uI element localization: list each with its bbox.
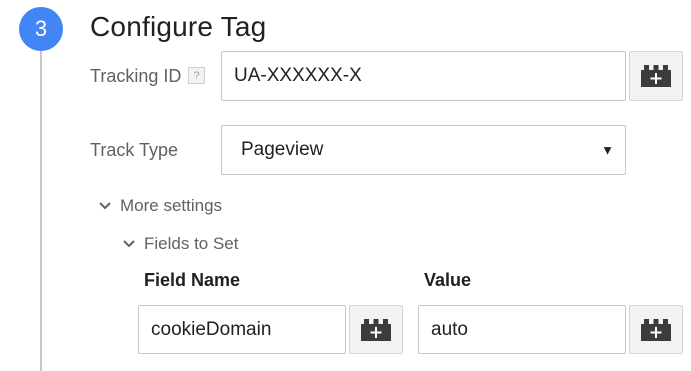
track-type-selected: Pageview: [241, 139, 324, 160]
field-value-variable-button[interactable]: [629, 305, 683, 354]
step-timeline-line: [40, 44, 42, 371]
tracking-id-value: UA-XXXXXX-X: [234, 65, 362, 86]
fields-to-set-toggle[interactable]: Fields to Set: [120, 234, 239, 254]
variable-picker-icon: [361, 318, 391, 341]
track-type-label: Track Type: [90, 140, 179, 160]
field-name-variable-button[interactable]: [349, 305, 403, 354]
more-settings-toggle[interactable]: More settings: [96, 196, 222, 216]
track-type-select[interactable]: Pageview ▼: [221, 125, 626, 175]
field-name-input[interactable]: cookieDomain: [138, 305, 346, 354]
variable-picker-icon: [641, 65, 671, 87]
field-name-value: cookieDomain: [151, 318, 272, 340]
tracking-id-input[interactable]: UA-XXXXXX-X: [221, 51, 626, 101]
step-number-badge: 3: [19, 7, 63, 51]
value-column-header: Value: [424, 270, 472, 290]
fields-to-set-label: Fields to Set: [144, 234, 239, 253]
chevron-down-icon: [99, 202, 111, 210]
chevron-down-icon: [123, 240, 135, 248]
tracking-id-variable-button[interactable]: [629, 51, 683, 101]
field-value-text: auto: [431, 318, 468, 340]
field-value-input[interactable]: auto: [418, 305, 626, 354]
more-settings-label: More settings: [120, 196, 223, 215]
tracking-id-label: Tracking ID: [90, 66, 182, 86]
variable-picker-icon: [641, 318, 671, 341]
field-name-column-header: Field Name: [144, 270, 241, 290]
help-icon[interactable]: ?: [188, 67, 205, 84]
section-title: Configure Tag: [90, 11, 267, 42]
dropdown-arrow-icon: ▼: [601, 142, 614, 158]
